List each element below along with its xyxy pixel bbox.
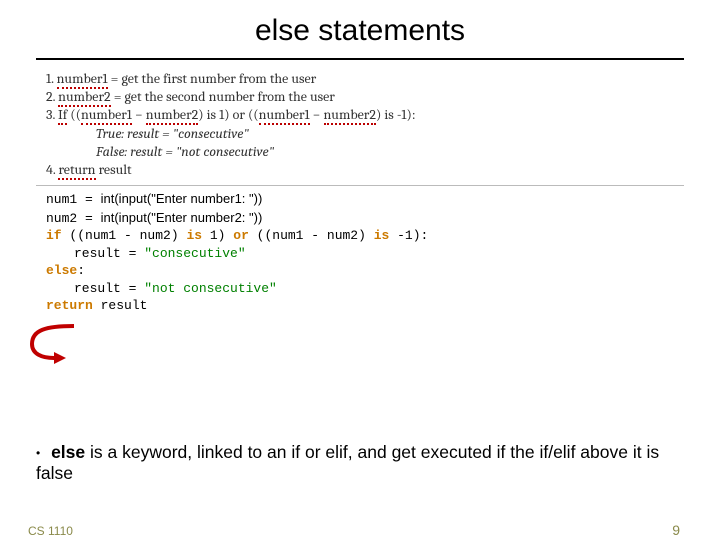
code-line-4: result = "consecutive" [46, 245, 684, 263]
separator [36, 185, 684, 186]
pseudo-line-2: 2. number2 = get the second number from … [46, 88, 684, 106]
bullet-text: • else is a keyword, linked to an if or … [36, 442, 684, 484]
pseudo-num: 3. [46, 106, 58, 123]
code-text: ((num1 - num2) [62, 228, 187, 243]
code-var: num2 [46, 211, 77, 226]
pseudocode-block: 1. number1 = get the first number from t… [46, 70, 684, 179]
code-var: num1 [46, 192, 77, 207]
code-eq: = [77, 192, 100, 207]
code-else: else [46, 263, 77, 278]
bullet-kw-ifelif: if/elif [539, 442, 575, 462]
code-block: num1 = int(input("Enter number1: ")) num… [46, 190, 684, 315]
code-string: "not consecutive" [144, 281, 277, 296]
code-eq: = [77, 211, 100, 226]
bullet-text-frag: is a keyword, linked to an [85, 442, 291, 462]
pseudo-line-4: True: result = "consecutive" [96, 125, 684, 143]
pseudo-text: result [96, 161, 132, 178]
pseudo-text: ) is -1): [376, 106, 416, 123]
code-string: "consecutive" [144, 246, 245, 261]
code-line-6: result = "not consecutive" [46, 280, 684, 298]
pseudo-line-1: 1. number1 = get the first number from t… [46, 70, 684, 88]
code-text: result [93, 298, 148, 313]
pseudo-text: = get the first number from the user [108, 70, 317, 87]
code-if: if [46, 228, 62, 243]
footer-course: CS 1110 [28, 524, 73, 538]
pseudo-var: number1 [57, 70, 108, 89]
code-text: -1): [389, 228, 428, 243]
pseudo-text: − [132, 106, 146, 123]
pseudo-line-5: False: result = "not consecutive" [96, 143, 684, 161]
code-return: return [46, 298, 93, 313]
pseudo-if: If [58, 106, 67, 125]
code-line-1: num1 = int(input("Enter number1: ")) [46, 190, 684, 209]
bullet-kw-elif: elif [325, 442, 347, 462]
pseudo-return: return [58, 161, 95, 180]
footer-page-number: 9 [672, 522, 680, 538]
code-line-5: else: [46, 262, 684, 280]
pseudo-num: 4. [46, 161, 58, 178]
bullet-kw-if: if [291, 442, 300, 462]
pseudo-var: number2 [324, 106, 376, 125]
pseudo-text: ) is 1) or (( [198, 106, 258, 123]
code-text: result = [74, 281, 144, 296]
code-text: 1) [202, 228, 233, 243]
code-text: result = [74, 246, 144, 261]
pseudo-line-6: 4. return result [46, 161, 684, 179]
code-or: or [233, 228, 249, 243]
pseudo-num: 2. [46, 88, 58, 105]
slide-title: else statements [0, 14, 720, 48]
bullet-dot-icon: • [36, 446, 40, 460]
code-text: : [77, 263, 85, 278]
pseudo-line-3: 3. If ((number1 − number2) is 1) or ((nu… [46, 106, 684, 124]
code-line-3: if ((num1 - num2) is 1) or ((num1 - num2… [46, 227, 684, 245]
code-overlay-1: int(input("Enter number1: ")) [101, 191, 263, 206]
code-line-7: return result [46, 297, 684, 315]
bullet-kw-else: else [51, 442, 85, 462]
pseudo-text: − [310, 106, 324, 123]
bullet-text-frag: or [300, 442, 325, 462]
code-is: is [374, 228, 390, 243]
curved-arrow-icon [26, 324, 86, 364]
pseudo-var: number2 [146, 106, 198, 125]
pseudo-num: 1. [46, 70, 57, 87]
code-is: is [186, 228, 202, 243]
pseudo-var: number1 [81, 106, 132, 125]
code-overlay-2: int(input("Enter number2: ")) [101, 210, 263, 225]
code-text: ((num1 - num2) [249, 228, 374, 243]
pseudo-text: = get the second number from the user [111, 88, 335, 105]
pseudo-text: (( [67, 106, 81, 123]
title-rule [36, 58, 684, 60]
code-line-2: num2 = int(input("Enter number2: ")) [46, 209, 684, 228]
bullet-text-frag: , and get executed if the [348, 442, 540, 462]
pseudo-var: number2 [58, 88, 110, 107]
pseudo-var: number1 [259, 106, 310, 125]
